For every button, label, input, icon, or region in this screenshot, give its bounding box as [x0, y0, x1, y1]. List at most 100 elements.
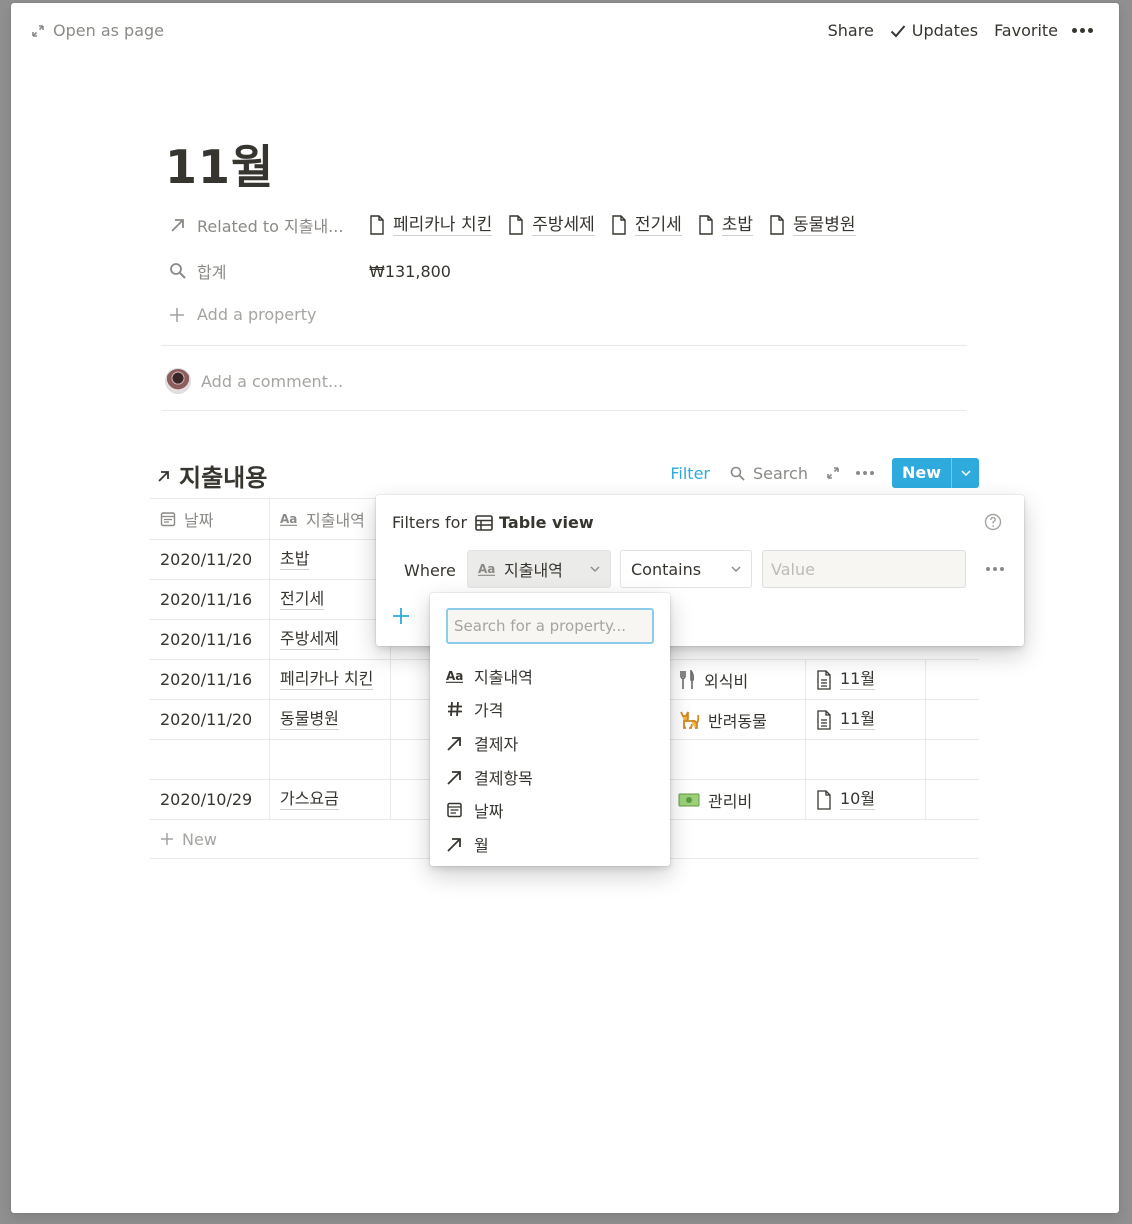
month-cell[interactable]: 10월 [806, 780, 926, 819]
property-option[interactable]: 결제자 [430, 726, 670, 760]
database-title-label: 지출내용 [179, 464, 268, 492]
cell[interactable] [926, 660, 979, 699]
relation-item[interactable]: 동물병원 [769, 215, 856, 236]
page-icon [509, 215, 523, 235]
cat-icon [680, 711, 700, 729]
name-cell[interactable]: 페리카나 치킨 [270, 660, 391, 699]
database-title[interactable]: 지출내용 [157, 458, 267, 493]
help-icon[interactable] [984, 513, 1002, 535]
property-related-label: Related to 지출내... [197, 217, 344, 236]
date-cell[interactable]: 2020/11/16 [150, 660, 270, 699]
open-as-page-button[interactable]: Open as page [31, 21, 164, 40]
property-dropdown: Aa 지출내역 가격 결제자 결제항목 날짜 월 [430, 593, 670, 866]
relation-item[interactable]: 주방세제 [508, 215, 595, 236]
svg-text:Aa: Aa [280, 512, 297, 526]
date-cell[interactable]: 2020/11/20 [150, 700, 270, 739]
page-icon [612, 215, 626, 235]
fork-knife-icon [680, 669, 695, 689]
svg-text:Aa: Aa [478, 562, 495, 576]
property-search-input[interactable] [446, 608, 654, 644]
search-button[interactable]: Search [730, 464, 808, 483]
avatar [165, 368, 191, 394]
relation-item[interactable]: 페리카나 치킨 [369, 215, 493, 236]
where-label: Where [404, 561, 456, 580]
database-header: 지출내용 Filter Search New [157, 458, 979, 493]
name-cell[interactable]: 전기세 [270, 580, 391, 619]
name-cell[interactable]: 동물병원 [270, 700, 391, 739]
operator-select[interactable]: Contains [620, 550, 752, 588]
property-select[interactable]: Aa 지출내역 [467, 550, 611, 588]
date-cell[interactable]: 2020/11/20 [150, 540, 270, 579]
database-toolbar: Filter Search New [670, 458, 979, 488]
filters-for-label: Filters for [392, 513, 468, 532]
share-button[interactable]: Share [820, 19, 882, 42]
chevron-down-icon [590, 566, 600, 572]
relation-item[interactable]: 전기세 [611, 215, 682, 236]
month-cell[interactable] [806, 740, 926, 779]
filter-button[interactable]: Filter [670, 464, 710, 483]
property-option[interactable]: Aa 지출내역 [430, 659, 670, 693]
operator-select-value: Contains [631, 559, 702, 579]
view-name: Table view [499, 513, 594, 532]
property-sum: 합계 ₩131,800 [169, 259, 451, 283]
property-option[interactable]: 결제항목 [430, 760, 670, 794]
property-option[interactable]: 날짜 [430, 793, 670, 827]
category-cell[interactable]: 외식비 [668, 660, 806, 699]
updates-label: Updates [911, 21, 979, 40]
cell[interactable] [926, 700, 979, 739]
name-cell[interactable]: 주방세제 [270, 620, 391, 659]
page-icon [699, 215, 713, 235]
name-cell[interactable]: 가스요금 [270, 780, 391, 819]
property-option[interactable]: 가격 [430, 693, 670, 727]
date-cell[interactable]: 2020/11/16 [150, 580, 270, 619]
column-header-name[interactable]: Aa 지출내역 [270, 499, 391, 539]
property-option[interactable]: 월 [430, 827, 670, 861]
check-icon [890, 24, 906, 37]
property-sum-name[interactable]: 합계 [169, 259, 369, 283]
updates-button[interactable]: Updates [882, 19, 986, 42]
new-button[interactable]: New [891, 458, 979, 488]
cell[interactable] [926, 780, 979, 819]
cell[interactable] [926, 740, 979, 779]
text-aa-icon: Aa [280, 512, 297, 526]
arrow-up-right-icon [171, 219, 184, 232]
name-cell[interactable]: 초밥 [270, 540, 391, 579]
add-filter-icon[interactable] [392, 607, 410, 629]
page-icon [817, 789, 831, 810]
category-cell[interactable] [668, 740, 806, 779]
new-button-label[interactable]: New [892, 458, 951, 488]
more-icon[interactable] [855, 471, 874, 475]
date-cell[interactable]: 2020/11/16 [150, 620, 270, 659]
chevron-down-icon[interactable] [951, 458, 979, 488]
date-cell[interactable]: 2020/10/29 [150, 780, 270, 819]
filter-value-input[interactable] [762, 550, 966, 588]
plus-icon [170, 307, 184, 322]
relation-list: 페리카나 치킨 주방세제 전기세 초밥 동물병원 [369, 215, 856, 236]
column-header-date[interactable]: 날짜 [150, 499, 270, 539]
month-cell[interactable]: 11월 [806, 700, 926, 739]
property-related-name[interactable]: Related to 지출내... [169, 213, 369, 237]
add-property-button[interactable]: Add a property [169, 305, 316, 324]
property-select-value: 지출내역 [504, 561, 563, 580]
name-cell[interactable] [270, 740, 391, 779]
comment-placeholder: Add a comment... [201, 371, 344, 391]
filter-more-icon[interactable] [986, 567, 1004, 571]
page-icon [370, 215, 384, 235]
date-cell[interactable] [150, 740, 270, 779]
month-cell[interactable]: 11월 [806, 660, 926, 699]
share-label: Share [827, 21, 874, 40]
category-cell[interactable]: 반려동물 [668, 700, 806, 739]
more-options-icon[interactable] [1066, 28, 1099, 33]
search-label: Search [753, 463, 808, 483]
relation-item[interactable]: 초밥 [698, 215, 754, 236]
category-cell[interactable]: 관리비 [668, 780, 806, 819]
divider [161, 345, 967, 346]
divider [161, 410, 967, 411]
text-aa-icon: Aa [478, 562, 495, 576]
favorite-button[interactable]: Favorite [986, 19, 1066, 42]
comment-input[interactable]: Add a comment... [165, 368, 343, 394]
calendar-icon [447, 802, 462, 818]
topbar: Open as page Share Updates Favorite [11, 3, 1119, 59]
page-title[interactable]: 11월 [165, 131, 274, 197]
expand-icon[interactable] [826, 466, 840, 480]
